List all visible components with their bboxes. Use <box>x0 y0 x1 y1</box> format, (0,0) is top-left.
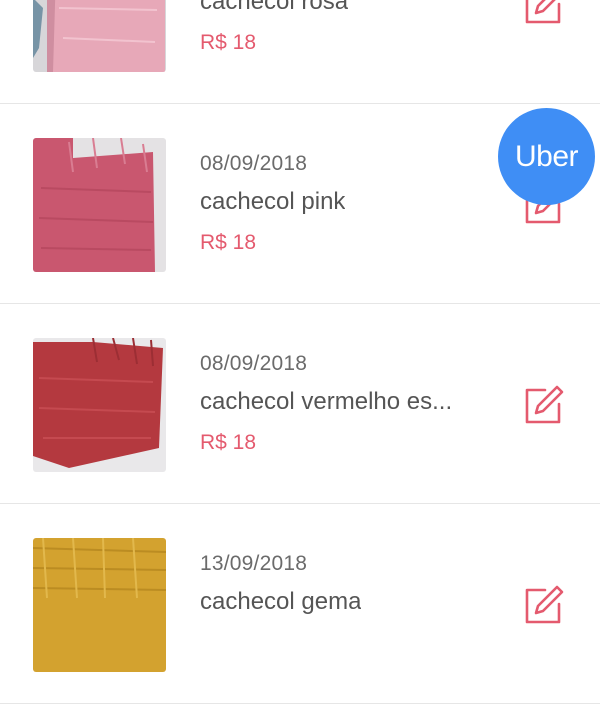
product-thumbnail[interactable] <box>33 538 166 672</box>
list-item[interactable]: 13/09/2018 cachecol gema <box>0 504 600 704</box>
product-thumbnail[interactable] <box>33 138 166 272</box>
product-thumbnail[interactable] <box>33 0 166 72</box>
item-title: cachecol gema <box>200 588 362 615</box>
item-title: cachecol pink <box>200 188 346 215</box>
item-title: cachecol rosa <box>200 0 349 15</box>
list-item[interactable]: cachecol rosa R$ 18 <box>0 0 600 104</box>
product-list: cachecol rosa R$ 18 08/09/2018 cachecol … <box>0 0 600 704</box>
uber-floating-button[interactable]: Uber <box>498 108 595 205</box>
edit-pencil-icon[interactable] <box>523 384 565 426</box>
item-title: cachecol vermelho es... <box>200 388 453 415</box>
item-price: R$ 18 <box>200 431 257 454</box>
item-date: 08/09/2018 <box>200 152 308 175</box>
edit-pencil-icon[interactable] <box>523 0 565 26</box>
item-price: R$ 18 <box>200 231 257 254</box>
item-price: R$ 18 <box>200 31 257 54</box>
product-thumbnail[interactable] <box>33 338 166 472</box>
list-item[interactable]: 08/09/2018 cachecol vermelho es... R$ 18 <box>0 304 600 504</box>
item-date: 08/09/2018 <box>200 352 308 375</box>
edit-pencil-icon[interactable] <box>523 584 565 626</box>
item-date: 13/09/2018 <box>200 552 308 575</box>
